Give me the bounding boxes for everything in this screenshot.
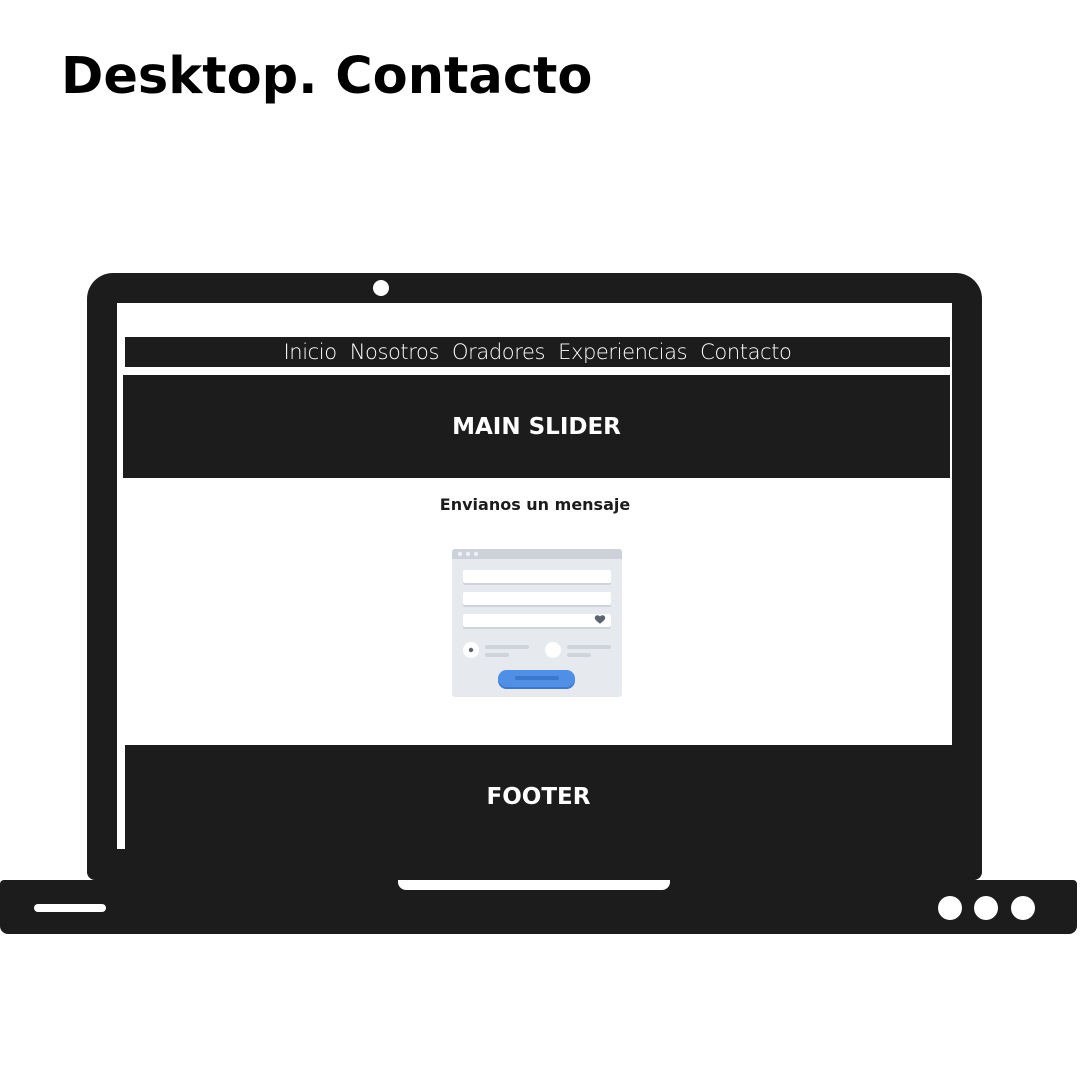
laptop-indicator-dot-1 (938, 896, 962, 920)
nav-item-oradores[interactable]: Oradores (452, 337, 545, 367)
laptop-slot (34, 904, 106, 912)
nav-item-inicio[interactable]: Inicio (284, 337, 338, 367)
laptop-screen: Inicio Nosotros Oradores Experiencias Co… (117, 303, 952, 849)
submit-button-label (515, 676, 559, 680)
contact-form-illustration (452, 549, 622, 697)
window-dot-1 (457, 551, 463, 557)
laptop-indicator-dot-3 (1011, 896, 1035, 920)
nav-item-nosotros[interactable]: Nosotros (350, 337, 440, 367)
footer: FOOTER (125, 745, 952, 849)
radio-label-1-line-1 (485, 645, 529, 649)
form-field-2 (463, 592, 611, 605)
form-field-3 (463, 614, 611, 627)
page-title: Desktop. Contacto (61, 47, 593, 106)
footer-label: FOOTER (486, 784, 591, 810)
window-dot-2 (465, 551, 471, 557)
window-dot-3 (473, 551, 479, 557)
radio-option-1-dot (468, 647, 474, 653)
nav-item-experiencias[interactable]: Experiencias (558, 337, 687, 367)
main-slider-label: MAIN SLIDER (452, 413, 621, 440)
webcam-icon (373, 280, 389, 296)
laptop-indicator-dot-2 (974, 896, 998, 920)
radio-option-2 (545, 642, 561, 658)
radio-label-2-line-1 (567, 645, 611, 649)
radio-label-2-line-2 (567, 653, 591, 657)
form-field-1 (463, 570, 611, 583)
laptop-notch (398, 880, 670, 890)
radio-label-1-line-2 (485, 653, 509, 657)
nav-item-contacto[interactable]: Contacto (700, 337, 792, 367)
main-nav: Inicio Nosotros Oradores Experiencias Co… (125, 337, 950, 367)
contact-heading: Envianos un mensaje (439, 495, 631, 514)
main-slider[interactable]: MAIN SLIDER (123, 375, 950, 478)
